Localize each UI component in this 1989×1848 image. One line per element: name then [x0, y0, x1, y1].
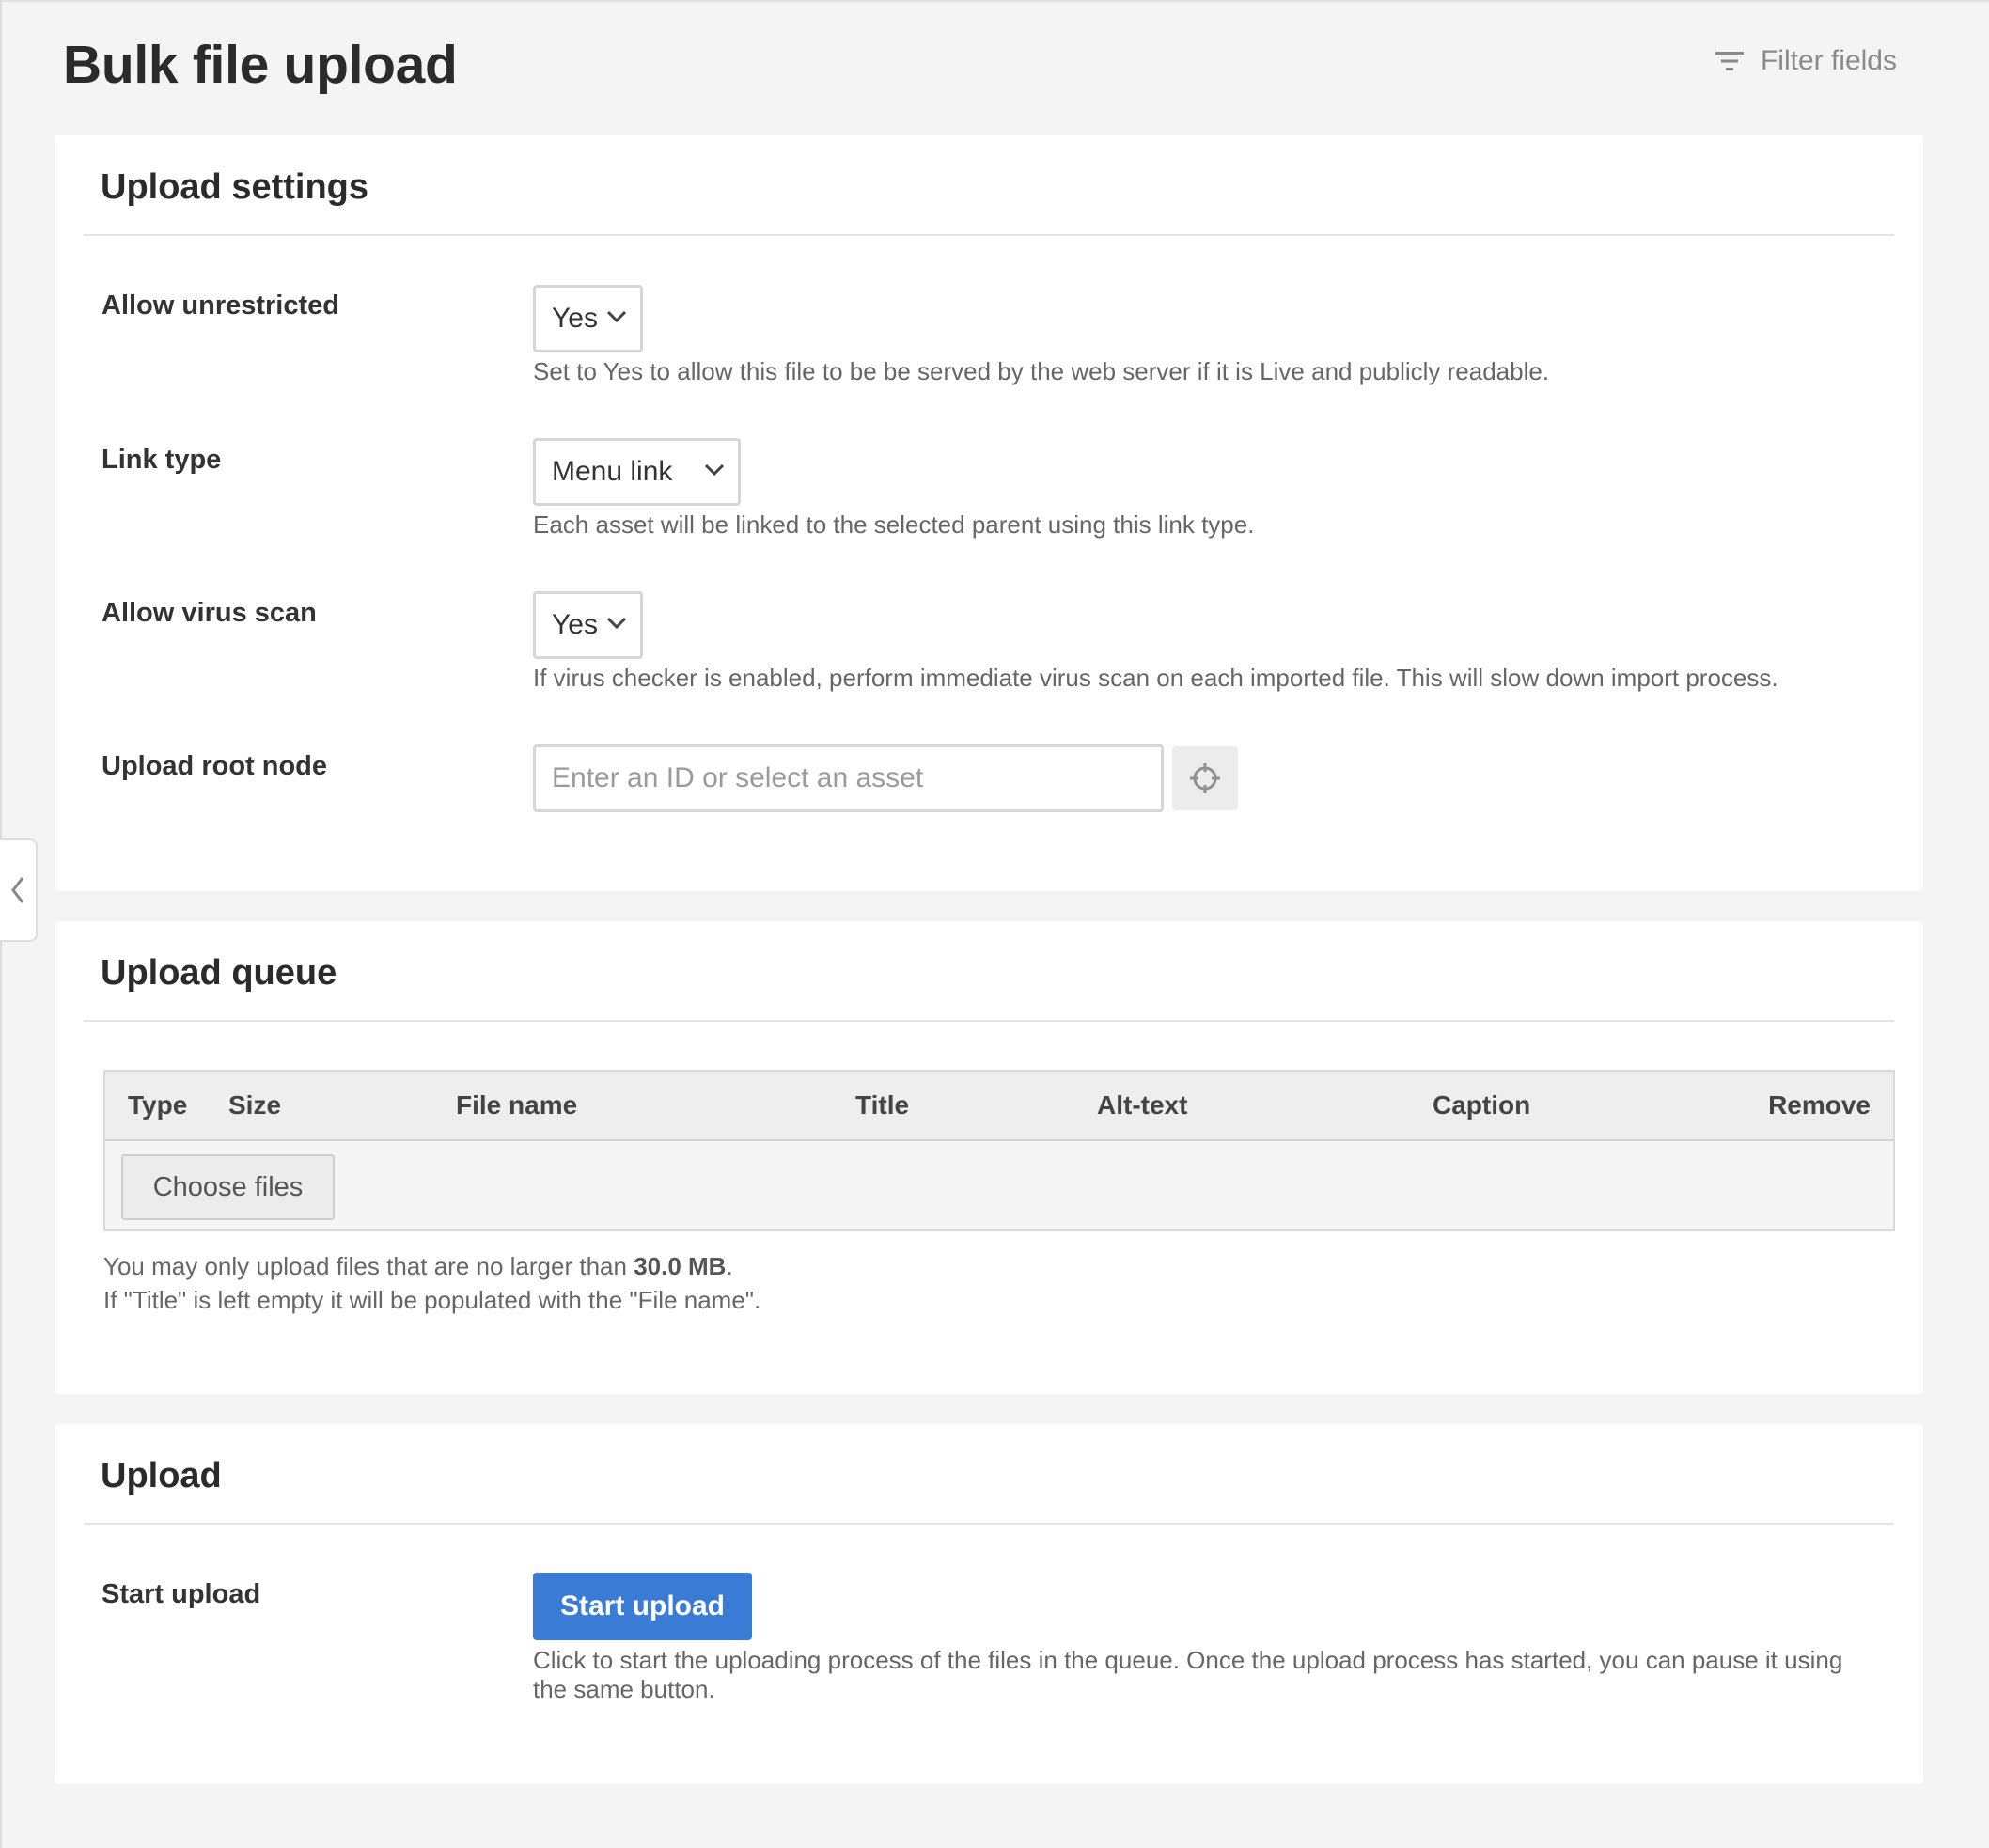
- allow-virus-scan-label: Allow virus scan: [102, 598, 317, 628]
- upload-queue-panel: Upload queue Type Size File name Title A…: [55, 921, 1923, 1394]
- title-note: If "Title" is left empty it will be popu…: [103, 1286, 761, 1314]
- upload-settings-panel: Upload settings Allow unrestricted Yes S…: [55, 135, 1923, 891]
- page-header: Bulk file upload Filter fields: [0, 0, 1989, 132]
- max-size-note-suffix: .: [726, 1252, 733, 1280]
- panel-divider: [84, 234, 1894, 236]
- column-header-remove: Remove: [1768, 1090, 1871, 1120]
- link-type-label: Link type: [102, 445, 222, 475]
- start-upload-label: Start upload: [102, 1579, 261, 1609]
- upload-queue-table: Type Size File name Title Alt-text Capti…: [103, 1070, 1895, 1231]
- chevron-left-icon: [11, 877, 24, 903]
- max-size-note: You may only upload files that are no la…: [103, 1252, 733, 1281]
- column-header-title: Title: [855, 1090, 910, 1120]
- sidebar-collapse-toggle[interactable]: [0, 838, 38, 942]
- choose-files-button[interactable]: Choose files: [121, 1154, 335, 1220]
- allow-unrestricted-help: Set to Yes to allow this file to be be s…: [533, 357, 1550, 385]
- panel-divider: [84, 1020, 1894, 1022]
- upload-panel: Upload Start upload Start upload Click t…: [55, 1424, 1923, 1784]
- allow-unrestricted-value: Yes: [552, 303, 598, 334]
- link-type-value: Menu link: [552, 456, 673, 487]
- filter-fields-button[interactable]: Filter fields: [1715, 45, 1897, 77]
- filter-fields-label: Filter fields: [1760, 45, 1897, 76]
- max-size-value: 30.0 MB: [634, 1252, 727, 1280]
- column-header-caption: Caption: [1433, 1090, 1531, 1120]
- link-type-select[interactable]: Menu link: [533, 438, 741, 506]
- chevron-down-icon: [606, 617, 627, 630]
- column-header-file-name: File name: [456, 1090, 578, 1120]
- allow-unrestricted-label: Allow unrestricted: [102, 290, 339, 321]
- column-header-size: Size: [228, 1090, 282, 1120]
- panel-divider: [84, 1523, 1894, 1525]
- panel-title-upload-settings: Upload settings: [101, 167, 369, 207]
- page-title: Bulk file upload: [63, 35, 458, 95]
- panel-title-upload: Upload: [101, 1456, 222, 1496]
- crosshair-icon: [1190, 763, 1220, 793]
- allow-unrestricted-select[interactable]: Yes: [533, 285, 643, 352]
- allow-virus-scan-help: If virus checker is enabled, perform imm…: [533, 664, 1778, 692]
- upload-root-node-input[interactable]: [533, 744, 1164, 812]
- column-header-alt-text: Alt-text: [1097, 1090, 1188, 1120]
- chevron-down-icon: [606, 310, 627, 323]
- panel-title-upload-queue: Upload queue: [101, 953, 337, 993]
- allow-virus-scan-select[interactable]: Yes: [533, 591, 643, 659]
- max-size-note-prefix: You may only upload files that are no la…: [103, 1252, 634, 1280]
- start-upload-help: Click to start the uploading process of …: [533, 1646, 1843, 1703]
- start-upload-button[interactable]: Start upload: [533, 1573, 752, 1640]
- filter-icon: [1715, 52, 1744, 70]
- chevron-down-icon: [704, 463, 725, 477]
- allow-virus-scan-value: Yes: [552, 609, 598, 640]
- column-header-type: Type: [128, 1090, 188, 1120]
- asset-picker-button[interactable]: [1172, 746, 1238, 810]
- table-header: Type Size File name Title Alt-text Capti…: [105, 1072, 1893, 1141]
- link-type-help: Each asset will be linked to the selecte…: [533, 510, 1255, 539]
- upload-root-node-label: Upload root node: [102, 751, 328, 781]
